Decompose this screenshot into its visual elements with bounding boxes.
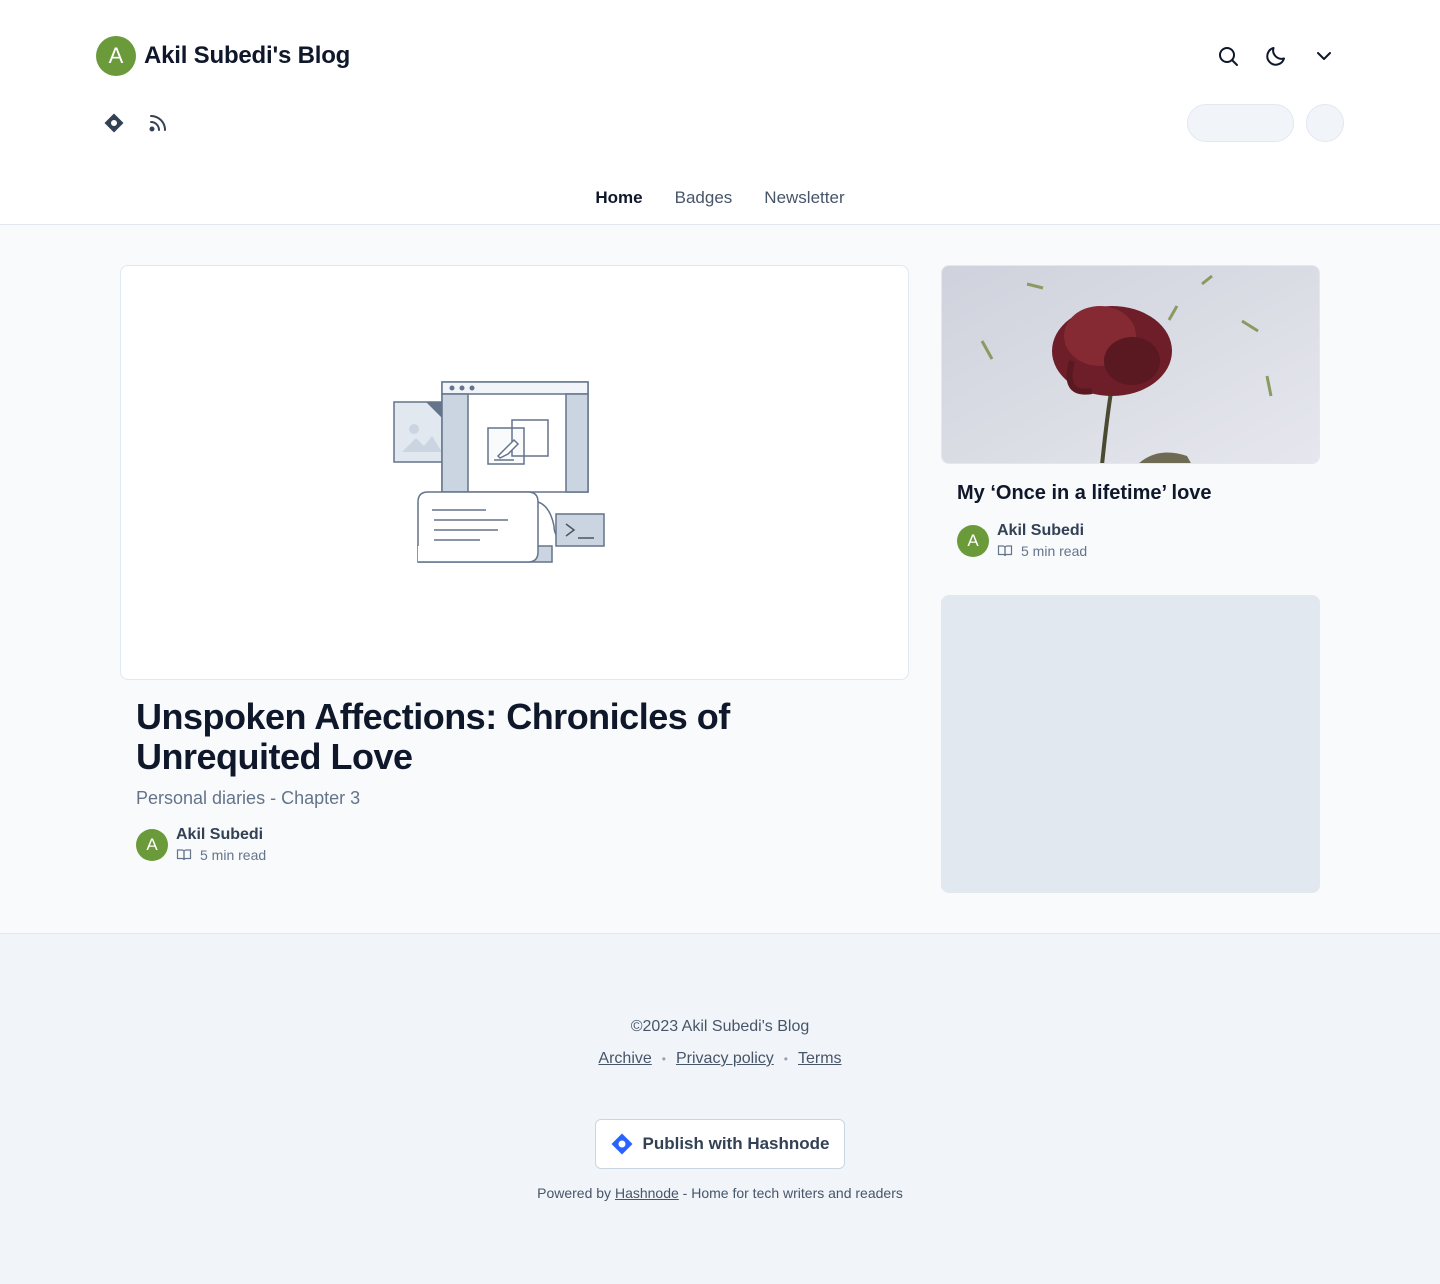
read-time-label: 5 min read	[1021, 543, 1088, 559]
read-time: 5 min read	[176, 845, 266, 865]
main-content: Unspoken Affections: Chronicles of Unreq…	[0, 225, 1440, 933]
publish-label: Publish with Hashnode	[642, 1134, 830, 1153]
hashnode-link[interactable]: Hashnode	[615, 1185, 679, 1201]
side-post-title[interactable]: My ‘Once in a lifetime’ love	[957, 482, 1212, 505]
read-time-label: 5 min read	[200, 847, 267, 863]
separator-dot: •	[661, 1052, 666, 1066]
powered-by: Powered by Hashnode - Home for tech writ…	[0, 1185, 1440, 1201]
copyright-text: ©2023 Akil Subedi's Blog	[630, 1018, 810, 1035]
loading-placeholder-button	[1187, 104, 1294, 142]
side-post-cover[interactable]	[941, 265, 1320, 464]
hashnode-icon	[104, 113, 124, 133]
powered-suffix: - Home for tech writers and readers	[682, 1185, 903, 1201]
hashnode-profile-link[interactable]	[96, 104, 132, 142]
author-avatar[interactable]: A	[957, 525, 989, 557]
blog-header: A Akil Subedi's Blog Home Badges Newslet…	[0, 0, 1440, 225]
loading-placeholder-card	[941, 595, 1320, 893]
author-avatar[interactable]: A	[136, 829, 168, 861]
rose-image	[942, 266, 1319, 463]
book-open-icon	[176, 849, 192, 861]
nav-newsletter[interactable]: Newsletter	[764, 176, 844, 220]
terms-link[interactable]: Terms	[798, 1050, 842, 1068]
blog-placeholder-illustration	[393, 381, 605, 563]
social-links	[96, 104, 176, 142]
search-button[interactable]	[1208, 32, 1248, 80]
featured-post-subtitle: Personal diaries - Chapter 3	[136, 788, 361, 808]
powered-prefix: Powered by	[537, 1185, 612, 1201]
brand[interactable]: A Akil Subedi's Blog	[96, 36, 350, 76]
moon-icon	[1266, 47, 1285, 66]
archive-link[interactable]: Archive	[598, 1050, 651, 1068]
blog-avatar[interactable]: A	[96, 36, 136, 76]
featured-post-title[interactable]: Unspoken Affections: Chronicles of Unreq…	[136, 697, 896, 777]
footer-links: Archive • Privacy policy • Terms	[0, 1050, 1440, 1068]
rss-icon	[149, 115, 166, 132]
nav-home[interactable]: Home	[595, 176, 642, 220]
author-name[interactable]: Akil Subedi	[176, 825, 266, 845]
side-post-meta: A Akil Subedi 5 min read	[957, 521, 1087, 561]
privacy-policy-link[interactable]: Privacy policy	[676, 1050, 774, 1068]
author-name[interactable]: Akil Subedi	[997, 521, 1087, 541]
blog-title[interactable]: Akil Subedi's Blog	[144, 42, 350, 70]
main-nav: Home Badges Newsletter	[0, 176, 1440, 220]
read-time: 5 min read	[997, 541, 1087, 561]
publish-with-hashnode-button[interactable]: Publish with Hashnode	[595, 1119, 845, 1169]
book-open-icon	[997, 545, 1013, 557]
search-icon	[1219, 47, 1238, 66]
nav-badges[interactable]: Badges	[675, 176, 733, 220]
theme-toggle-button[interactable]	[1256, 32, 1296, 80]
loading-placeholder-avatar	[1306, 104, 1344, 142]
separator-dot: •	[783, 1052, 788, 1066]
rss-feed-link[interactable]	[140, 104, 176, 142]
blog-footer: ©2023 Akil Subedi's Blog Archive • Priva…	[0, 933, 1440, 1284]
chevron-down-icon	[1317, 52, 1331, 60]
header-actions	[1208, 32, 1344, 80]
featured-post-meta: A Akil Subedi 5 min read	[136, 825, 266, 865]
hashnode-logo-icon	[611, 1133, 633, 1155]
menu-dropdown-button[interactable]	[1304, 32, 1344, 80]
